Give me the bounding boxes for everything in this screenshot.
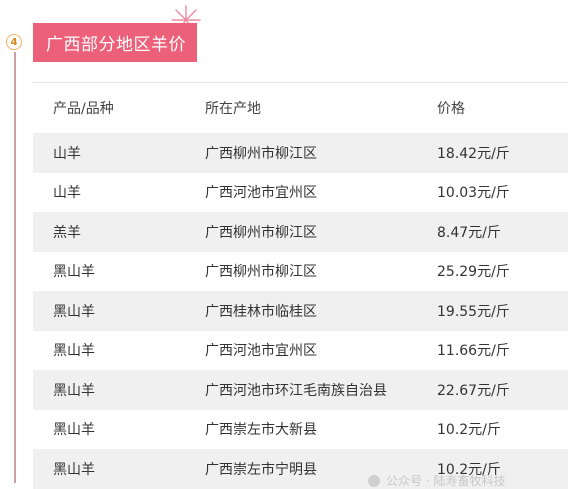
origin-cell: 广西河池市宜州区	[205, 185, 317, 202]
origin-cell: 广西河池市环江毛南族自治县	[205, 382, 387, 399]
table-row: 黑山羊 广西河池市宜州区 11.66元/斤	[33, 331, 568, 371]
product-cell: 山羊	[53, 145, 81, 162]
price-cell: 22.67元/斤	[437, 382, 510, 399]
product-cell: 黑山羊	[53, 422, 95, 439]
watermark-text: 公众号 · 陆寿畜牧科技	[386, 474, 506, 488]
header-origin: 所在产地	[205, 101, 261, 117]
watermark: 公众号 · 陆寿畜牧科技	[368, 472, 505, 489]
origin-cell: 广西桂林市临桂区	[205, 303, 317, 320]
header-price: 价格	[437, 101, 465, 117]
product-cell: 山羊	[53, 185, 81, 202]
product-cell: 黑山羊	[53, 382, 95, 399]
step-number-badge: 4	[6, 34, 22, 50]
price-cell: 18.42元/斤	[437, 145, 510, 162]
price-cell: 10.2元/斤	[437, 422, 501, 439]
timeline-line	[14, 52, 16, 483]
table-row: 羔羊 广西柳州市柳江区 8.47元/斤	[33, 212, 568, 252]
price-cell: 10.03元/斤	[437, 185, 510, 202]
product-cell: 黑山羊	[53, 461, 95, 478]
product-cell: 黑山羊	[53, 343, 95, 360]
price-cell: 25.29元/斤	[437, 264, 510, 281]
origin-cell: 广西河池市宜州区	[205, 343, 317, 360]
table-row: 山羊 广西河池市宜州区 10.03元/斤	[33, 173, 568, 213]
table-row: 黑山羊 广西柳州市柳江区 25.29元/斤	[33, 252, 568, 292]
wechat-icon	[368, 474, 380, 487]
table-header-row: 产品/品种 所在产地 价格	[33, 83, 568, 133]
table-row: 山羊 广西柳州市柳江区 18.42元/斤	[33, 133, 568, 173]
product-cell: 黑山羊	[53, 264, 95, 281]
origin-cell: 广西崇左市大新县	[205, 422, 317, 439]
price-cell: 8.47元/斤	[437, 224, 501, 241]
section-title: 广西部分地区羊价	[33, 23, 197, 62]
price-table: 产品/品种 所在产地 价格 山羊 广西柳州市柳江区 18.42元/斤 山羊 广西…	[33, 82, 568, 489]
price-cell: 19.55元/斤	[437, 303, 510, 320]
table-row: 黑山羊 广西河池市环江毛南族自治县 22.67元/斤	[33, 370, 568, 410]
price-cell: 11.66元/斤	[437, 343, 510, 360]
origin-cell: 广西柳州市柳江区	[205, 145, 317, 162]
header-product: 产品/品种	[53, 101, 114, 117]
origin-cell: 广西柳州市柳江区	[205, 224, 317, 241]
origin-cell: 广西柳州市柳江区	[205, 264, 317, 281]
product-cell: 羔羊	[53, 224, 81, 241]
table-row: 黑山羊 广西崇左市大新县 10.2元/斤	[33, 410, 568, 450]
table-row: 黑山羊 广西桂林市临桂区 19.55元/斤	[33, 291, 568, 331]
product-cell: 黑山羊	[53, 303, 95, 320]
